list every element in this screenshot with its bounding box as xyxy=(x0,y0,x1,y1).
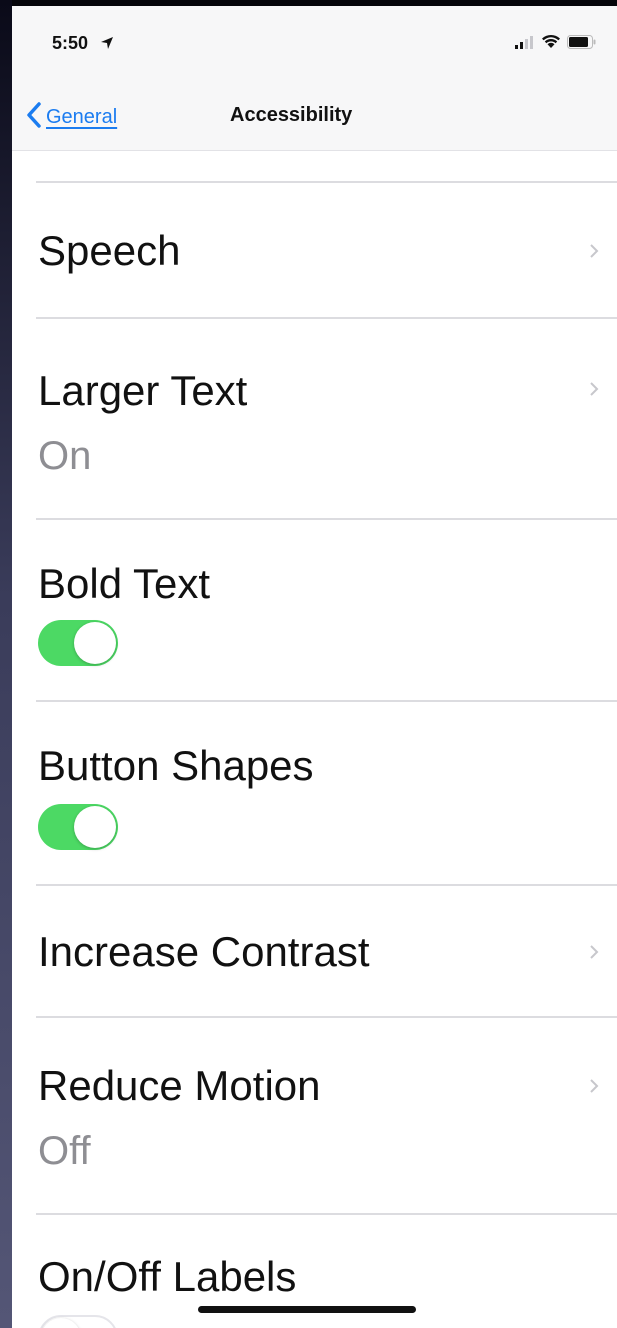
phone-screen: 5:50 General Accessibility Speech Larger… xyxy=(12,6,617,1328)
row-reduce-motion[interactable]: Reduce Motion Off xyxy=(12,1018,617,1214)
cellular-signal-icon xyxy=(515,35,535,54)
home-indicator[interactable] xyxy=(198,1306,416,1313)
row-label: Button Shapes xyxy=(38,742,314,789)
button-shapes-toggle[interactable] xyxy=(38,804,118,850)
location-arrow-icon xyxy=(100,36,114,55)
status-bar: 5:50 xyxy=(12,6,617,86)
bold-text-toggle[interactable] xyxy=(38,620,118,666)
row-label: Reduce Motion xyxy=(38,1062,321,1109)
on-off-labels-toggle[interactable] xyxy=(38,1315,118,1328)
chevron-left-icon xyxy=(26,102,42,133)
row-label: Increase Contrast xyxy=(38,928,370,975)
chevron-right-icon xyxy=(587,942,601,962)
row-value: Off xyxy=(38,1129,91,1173)
row-increase-contrast[interactable]: Increase Contrast xyxy=(12,886,617,1016)
chevron-right-icon xyxy=(587,1076,601,1096)
screen-left-bezel xyxy=(0,0,12,1328)
wifi-icon xyxy=(541,34,561,54)
page-title: Accessibility xyxy=(230,104,353,126)
navigation-bar: General Accessibility xyxy=(12,86,617,151)
row-label: Bold Text xyxy=(38,560,210,607)
row-label: Larger Text xyxy=(38,367,248,414)
status-time: 5:50 xyxy=(52,33,89,53)
row-button-shapes: Button Shapes xyxy=(12,702,617,884)
battery-icon xyxy=(567,34,597,54)
row-bold-text: Bold Text xyxy=(12,520,617,700)
toggle-knob xyxy=(41,1318,81,1328)
row-value: On xyxy=(38,434,92,478)
back-button-label: General xyxy=(46,106,118,128)
chevron-right-icon xyxy=(587,379,601,399)
chevron-right-icon xyxy=(587,241,601,261)
row-label: Speech xyxy=(38,227,181,274)
row-speech[interactable]: Speech xyxy=(12,183,617,317)
status-icons xyxy=(515,34,597,54)
row-label: On/Off Labels xyxy=(38,1253,297,1300)
back-button[interactable]: General xyxy=(26,102,117,133)
toggle-knob xyxy=(74,622,116,664)
row-larger-text[interactable]: Larger Text On xyxy=(12,319,617,519)
toggle-knob xyxy=(74,806,116,848)
